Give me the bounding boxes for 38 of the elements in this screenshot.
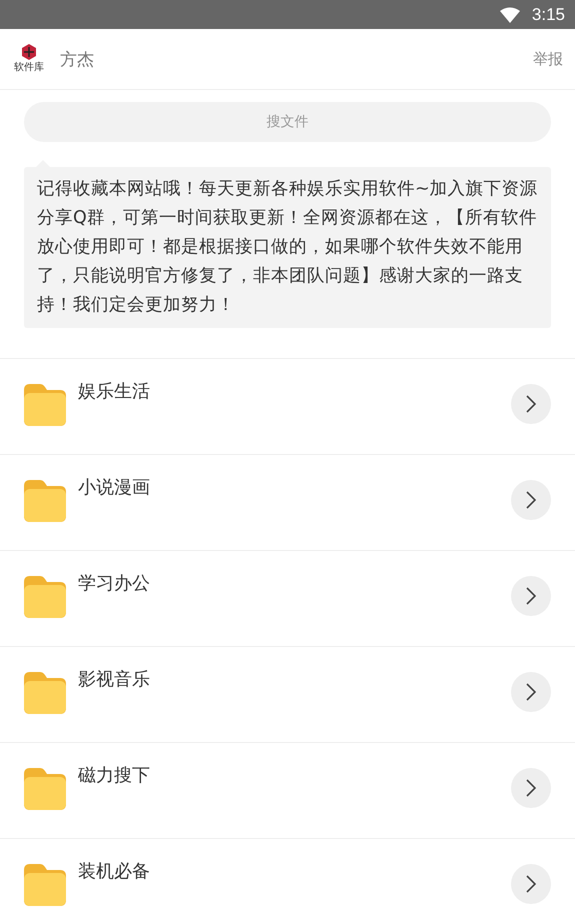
chevron-button[interactable] bbox=[511, 768, 551, 808]
chevron-button[interactable] bbox=[511, 672, 551, 712]
folder-icon bbox=[24, 864, 66, 906]
search-field[interactable]: 搜文件 bbox=[24, 102, 551, 142]
chevron-button[interactable] bbox=[511, 864, 551, 904]
folder-item[interactable]: 娱乐生活 bbox=[0, 359, 575, 455]
folder-name: 装机必备 bbox=[78, 860, 151, 883]
folder-item[interactable]: 装机必备 bbox=[0, 839, 575, 921]
chevron-right-icon bbox=[526, 587, 536, 605]
folder-name: 娱乐生活 bbox=[78, 380, 151, 403]
folder-item[interactable]: 小说漫画 bbox=[0, 455, 575, 551]
chevron-right-icon bbox=[526, 395, 536, 413]
chevron-right-icon bbox=[526, 875, 536, 893]
folder-name: 磁力搜下 bbox=[78, 764, 151, 787]
folder-icon bbox=[24, 768, 66, 810]
folder-item[interactable]: 影视音乐 bbox=[0, 647, 575, 743]
wifi-icon bbox=[500, 6, 520, 22]
chevron-right-icon bbox=[526, 491, 536, 509]
chevron-button[interactable] bbox=[511, 576, 551, 616]
folder-icon bbox=[24, 576, 66, 618]
folder-icon bbox=[24, 384, 66, 426]
chevron-button[interactable] bbox=[511, 384, 551, 424]
report-link[interactable]: 举报 bbox=[533, 50, 563, 68]
page-title: 方杰 bbox=[60, 48, 95, 70]
chevron-right-icon bbox=[526, 779, 536, 797]
hexagon-logo-icon bbox=[21, 44, 37, 60]
folder-name: 小说漫画 bbox=[78, 476, 151, 499]
folder-item[interactable]: 学习办公 bbox=[0, 551, 575, 647]
logo-text: 软件库 bbox=[14, 60, 44, 74]
chevron-right-icon bbox=[526, 683, 536, 701]
folder-icon bbox=[24, 672, 66, 714]
folder-name: 学习办公 bbox=[78, 572, 151, 595]
folder-icon bbox=[24, 480, 66, 522]
notice-message: 记得收藏本网站哦！每天更新各种娱乐实用软件~加入旗下资源分享Q群，可第一时间获取更新！全网资源都在这，【所有软件放心使用即可！都是根据接口做的，如果哪个软件失效不能用了，只能说明官方修复了，非本团队问题】感谢大家的一路支持！我们定会更加努力！ bbox=[24, 167, 551, 328]
status-time: 3:15 bbox=[532, 4, 565, 24]
folder-item[interactable]: 磁力搜下 bbox=[0, 743, 575, 839]
chevron-button[interactable] bbox=[511, 480, 551, 520]
folder-name: 影视音乐 bbox=[78, 668, 151, 691]
